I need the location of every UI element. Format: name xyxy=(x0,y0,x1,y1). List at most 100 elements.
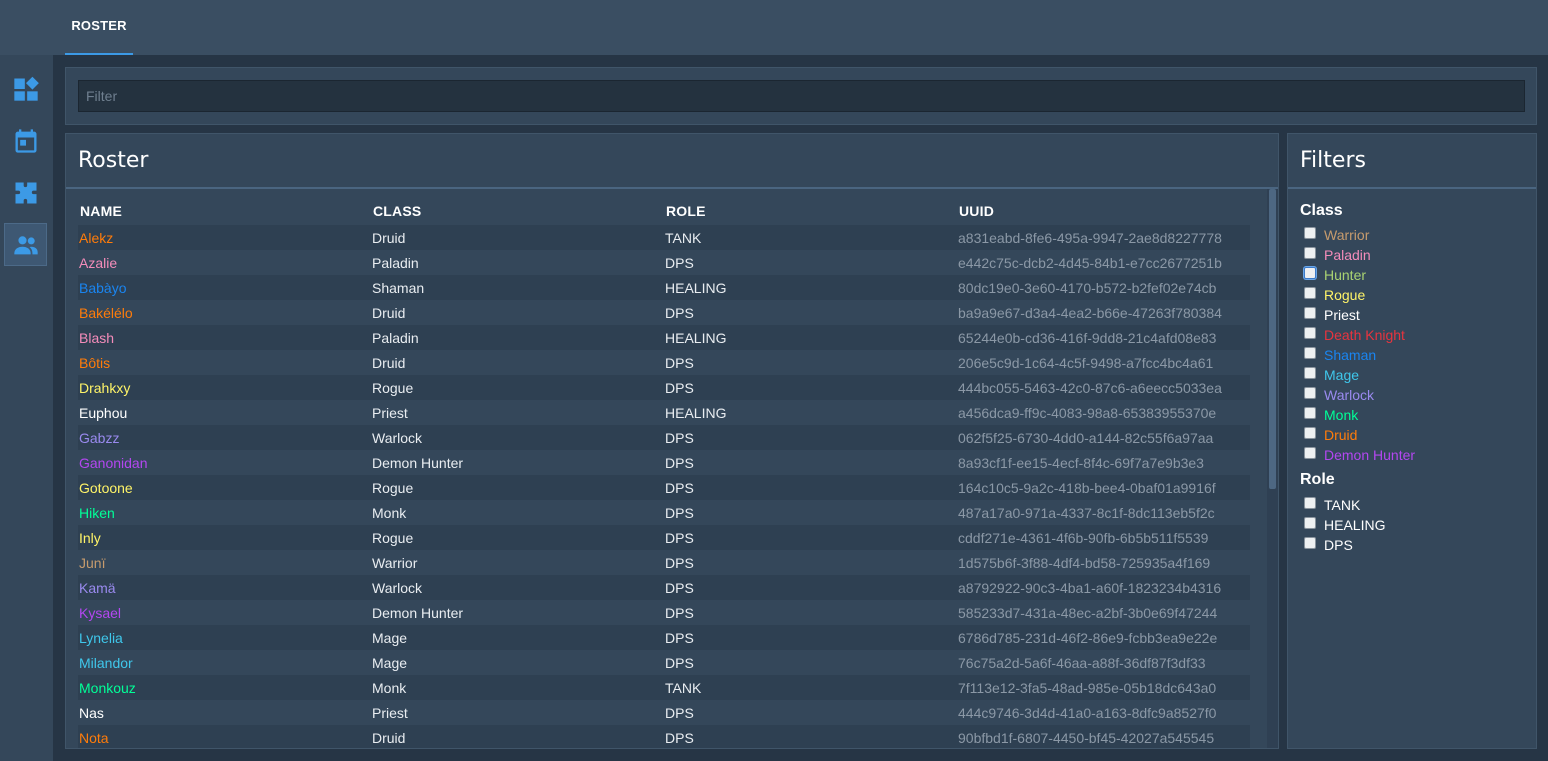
class-filter-checkbox[interactable] xyxy=(1304,387,1316,399)
class-filter-label[interactable]: Monk xyxy=(1324,407,1358,423)
class-filter-item[interactable]: Rogue xyxy=(1304,285,1536,305)
role-filter-checkbox[interactable] xyxy=(1304,537,1316,549)
class-filter-checkbox[interactable] xyxy=(1304,367,1316,379)
role-filter-label[interactable]: HEALING xyxy=(1324,517,1385,533)
scrollbar-thumb[interactable] xyxy=(1269,189,1276,489)
player-name: Azalie xyxy=(78,250,371,275)
player-class: Mage xyxy=(371,650,664,675)
class-filter-item[interactable]: Death Knight xyxy=(1304,325,1536,345)
tab-roster[interactable]: ROSTER xyxy=(65,0,133,55)
table-row[interactable]: Nota Druid DPS 90bfbd1f-6807-4450-bf45-4202… xyxy=(78,725,1250,748)
player-role: DPS xyxy=(664,250,957,275)
class-filter-label[interactable]: Priest xyxy=(1324,307,1360,323)
role-filter-item[interactable]: HEALING xyxy=(1304,515,1536,535)
table-row[interactable]: Milandor Mage DPS 76c75a2d-5a6f-46aa-a88f-3… xyxy=(78,650,1250,675)
table-row[interactable]: Drahkxy Rogue DPS 444bc055-5463-42c0-87c6-a… xyxy=(78,375,1250,400)
player-class: Druid xyxy=(371,350,664,375)
table-row[interactable]: Azalie Paladin DPS e442c75c-dcb2-4d45-84b1-… xyxy=(78,250,1250,275)
class-filter-item[interactable]: Paladin xyxy=(1304,245,1536,265)
role-filter-label[interactable]: DPS xyxy=(1324,537,1353,553)
sidebar-item-dashboard[interactable] xyxy=(4,67,47,110)
class-filter-item[interactable]: Monk xyxy=(1304,405,1536,425)
table-row[interactable]: Ganonidan Demon Hunter DPS 8a93cf1f-ee15-4e… xyxy=(78,450,1250,475)
player-class: Druid xyxy=(371,725,664,748)
class-filter-label[interactable]: Shaman xyxy=(1324,347,1376,363)
column-header-class[interactable]: CLASS xyxy=(371,197,664,225)
table-row[interactable]: Hiken Monk DPS 487a17a0-971a-4337-8c1f-8dc1… xyxy=(78,500,1250,525)
filters-title: Filters xyxy=(1288,134,1536,189)
class-filter-item[interactable]: Shaman xyxy=(1304,345,1536,365)
filter-input[interactable] xyxy=(78,80,1525,112)
table-row[interactable]: Alekz Druid TANK a831eabd-8fe6-495a-9947-2a… xyxy=(78,225,1250,250)
class-filter-label[interactable]: Demon Hunter xyxy=(1324,447,1415,463)
class-filter-checkbox[interactable] xyxy=(1304,247,1316,259)
class-filter-label[interactable]: Druid xyxy=(1324,427,1357,443)
sidebar-item-roster[interactable] xyxy=(4,223,47,266)
class-filter-checkbox[interactable] xyxy=(1304,327,1316,339)
class-filter-item[interactable]: Priest xyxy=(1304,305,1536,325)
player-uuid: ba9a9e67-d3a4-4ea2-b66e-47263f780384 xyxy=(957,300,1250,325)
class-filter-checkbox[interactable] xyxy=(1304,447,1316,459)
class-filter-item[interactable]: Druid xyxy=(1304,425,1536,445)
player-name: Inly xyxy=(78,525,371,550)
class-filter-item[interactable]: Mage xyxy=(1304,365,1536,385)
player-class: Mage xyxy=(371,625,664,650)
player-class: Paladin xyxy=(371,250,664,275)
class-filter-item[interactable]: Hunter xyxy=(1304,265,1536,285)
player-uuid: cddf271e-4361-4f6b-90fb-6b5b511f5539 xyxy=(957,525,1250,550)
role-filter-item[interactable]: DPS xyxy=(1304,535,1536,555)
table-row[interactable]: Bakélélo Druid DPS ba9a9e67-d3a4-4ea2-b66e-… xyxy=(78,300,1250,325)
table-row[interactable]: Junï Warrior DPS 1d575b6f-3f88-4df4-bd58-72… xyxy=(78,550,1250,575)
class-filter-label[interactable]: Warrior xyxy=(1324,227,1369,243)
player-role: DPS xyxy=(664,600,957,625)
table-row[interactable]: Gotoone Rogue DPS 164c10c5-9a2c-418b-bee4-0… xyxy=(78,475,1250,500)
table-row[interactable]: Kamä Warlock DPS a8792922-90c3-4ba1-a60f-18… xyxy=(78,575,1250,600)
player-role: DPS xyxy=(664,725,957,748)
column-header-name[interactable]: NAME xyxy=(78,197,371,225)
class-filter-label[interactable]: Paladin xyxy=(1324,247,1371,263)
table-row[interactable]: Inly Rogue DPS cddf271e-4361-4f6b-90fb-6b5b… xyxy=(78,525,1250,550)
class-filter-item[interactable]: Warlock xyxy=(1304,385,1536,405)
class-filter-checkbox[interactable] xyxy=(1304,407,1316,419)
player-name: Gabzz xyxy=(78,425,371,450)
player-role: DPS xyxy=(664,575,957,600)
player-class: Paladin xyxy=(371,325,664,350)
table-row[interactable]: Monkouz Monk TANK 7f113e12-3fa5-48ad-985e-0… xyxy=(78,675,1250,700)
player-role: HEALING xyxy=(664,325,957,350)
table-row[interactable]: Kysael Demon Hunter DPS 585233d7-431a-48ec-… xyxy=(78,600,1250,625)
column-header-role[interactable]: ROLE xyxy=(664,197,957,225)
sidebar-item-calendar[interactable] xyxy=(4,119,47,162)
role-filter-item[interactable]: TANK xyxy=(1304,495,1536,515)
table-row[interactable]: Nas Priest DPS 444c9746-3d4d-41a0-a163-8dfc… xyxy=(78,700,1250,725)
class-filter-checkbox[interactable] xyxy=(1304,347,1316,359)
class-filter-item[interactable]: Warrior xyxy=(1304,225,1536,245)
player-uuid: 7f113e12-3fa5-48ad-985e-05b18dc643a0 xyxy=(957,675,1250,700)
class-filter-label[interactable]: Rogue xyxy=(1324,287,1365,303)
player-class: Priest xyxy=(371,700,664,725)
table-row[interactable]: Lynelia Mage DPS 6786d785-231d-46f2-86e9-fc… xyxy=(78,625,1250,650)
class-filter-checkbox[interactable] xyxy=(1304,227,1316,239)
class-filter-item[interactable]: Demon Hunter xyxy=(1304,445,1536,465)
role-filter-checkbox[interactable] xyxy=(1304,497,1316,509)
class-filter-label[interactable]: Mage xyxy=(1324,367,1359,383)
table-row[interactable]: Euphou Priest HEALING a456dca9-ff9c-4083-98… xyxy=(78,400,1250,425)
table-row[interactable]: Babàyo Shaman HEALING 80dc19e0-3e60-4170-b5… xyxy=(78,275,1250,300)
class-filter-checkbox[interactable] xyxy=(1304,287,1316,299)
class-filter-label[interactable]: Hunter xyxy=(1324,267,1366,283)
sidebar-item-modules[interactable] xyxy=(4,171,47,214)
class-filter-checkbox[interactable] xyxy=(1304,307,1316,319)
table-row[interactable]: Gabzz Warlock DPS 062f5f25-6730-4dd0-a144-8… xyxy=(78,425,1250,450)
column-header-uuid[interactable]: UUID xyxy=(957,197,1250,225)
player-role: DPS xyxy=(664,375,957,400)
class-filter-label[interactable]: Death Knight xyxy=(1324,327,1405,343)
role-filter-checkbox[interactable] xyxy=(1304,517,1316,529)
roster-scrollbar[interactable] xyxy=(1267,189,1278,748)
table-row[interactable]: Blash Paladin HEALING 65244e0b-cd36-416f-9d… xyxy=(78,325,1250,350)
role-filter-label[interactable]: TANK xyxy=(1324,497,1360,513)
filters-panel: Filters Class Warrior Paladin Hunter Rogue P… xyxy=(1287,133,1537,749)
table-row[interactable]: Bôtis Druid DPS 206e5c9d-1c64-4c5f-9498-a7f… xyxy=(78,350,1250,375)
player-role: DPS xyxy=(664,625,957,650)
class-filter-checkbox[interactable] xyxy=(1304,267,1316,279)
class-filter-label[interactable]: Warlock xyxy=(1324,387,1374,403)
class-filter-checkbox[interactable] xyxy=(1304,427,1316,439)
